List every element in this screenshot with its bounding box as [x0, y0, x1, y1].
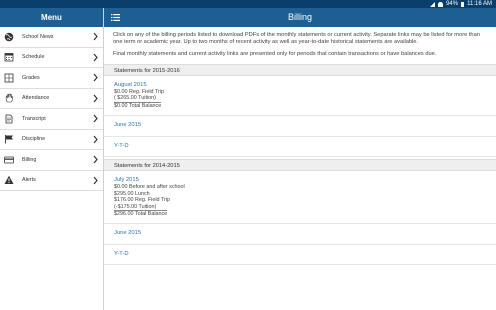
sidebar-item-label: School News: [22, 33, 54, 40]
period-total: $0.00 Total Balance: [114, 101, 162, 109]
wifi-icon: [438, 1, 444, 7]
sidebar-item-billing[interactable]: Billing: [0, 150, 103, 171]
intro-paragraph-2: Final monthly statements and current act…: [113, 51, 437, 58]
period-link[interactable]: June 2015: [114, 230, 486, 236]
chevron-right-icon: [93, 32, 98, 41]
sidebar-item-label: Billing: [22, 156, 37, 163]
period-total: $296.00 Total Balance: [114, 210, 168, 218]
sidebar-item-label: Transcript: [22, 115, 46, 122]
sidebar-item-label: Attendance: [22, 95, 50, 102]
menu-title: Menu: [0, 8, 103, 27]
status-bar: 94% 11:16 AM: [0, 0, 496, 8]
sidebar-item-alerts[interactable]: Alerts: [0, 171, 103, 191]
period-link[interactable]: June 2015: [114, 122, 486, 128]
sidebar-item-school-news[interactable]: School News: [0, 27, 103, 48]
hand-icon: [4, 93, 14, 103]
period-item[interactable]: July 2015 $0.00 Before and after school …: [104, 171, 496, 225]
chevron-right-icon: [93, 155, 98, 164]
period-item[interactable]: June 2015: [104, 224, 496, 245]
period-link[interactable]: Y-T-D: [114, 251, 486, 257]
period-link[interactable]: July 2015: [114, 177, 486, 183]
sidebar-item-label: Grades: [22, 74, 40, 81]
section-header: Statements for 2015-2016: [104, 63, 496, 76]
chevron-right-icon: [93, 176, 98, 185]
intro-text: Click on any of the billing periods list…: [104, 27, 496, 59]
card-icon: [4, 155, 14, 165]
chevron-right-icon: [93, 94, 98, 103]
chevron-right-icon: [93, 135, 98, 144]
section-header: Statements for 2014-2015: [104, 159, 496, 172]
period-item[interactable]: June 2015: [104, 116, 496, 137]
chevron-right-icon: [93, 73, 98, 82]
grades-icon: [4, 73, 14, 83]
sidebar-item-label: Alerts: [22, 177, 36, 184]
chevron-right-icon: [93, 53, 98, 62]
sidebar-item-label: Discipline: [22, 136, 46, 143]
period-line: ( $265.00 Tuition): [114, 95, 156, 102]
period-link[interactable]: Y-T-D: [114, 143, 486, 149]
period-link[interactable]: August 2015: [114, 82, 486, 88]
globe-icon: [4, 32, 14, 42]
sidebar-item-label: Schedule: [22, 54, 45, 61]
clock: 11:16 AM: [467, 1, 492, 7]
period-line: (-$175.00 Tuition): [114, 203, 157, 210]
main-panel: Billing Click on any of the billing peri…: [104, 8, 496, 310]
period-item[interactable]: Y-T-D: [104, 137, 496, 158]
sidebar-item-grades[interactable]: Grades: [0, 68, 103, 89]
warning-icon: [4, 175, 14, 185]
sidebar-item-attendance[interactable]: Attendance: [0, 89, 103, 109]
sidebar-item-transcript[interactable]: Transcript: [0, 109, 103, 130]
page-title: Billing: [287, 12, 312, 22]
flag-icon: [4, 134, 14, 144]
calendar-icon: [4, 52, 14, 62]
period-item[interactable]: Y-T-D: [104, 245, 496, 266]
sidebar-item-discipline[interactable]: Discipline: [0, 130, 103, 150]
sidebar-item-schedule[interactable]: Schedule: [0, 48, 103, 68]
menu-icon[interactable]: [111, 14, 120, 21]
intro-paragraph-1: Click on any of the billing periods list…: [113, 32, 480, 46]
signal-icon: [430, 1, 436, 7]
period-item[interactable]: August 2015 $0.00 Reg. Field Trip ( $265…: [104, 76, 496, 117]
chevron-right-icon: [93, 114, 98, 123]
battery-icon: [461, 1, 465, 7]
sidebar: Menu School News Schedule Grades Attenda…: [0, 8, 104, 310]
top-bar: Billing: [104, 8, 496, 27]
status-bar-right: 94% 11:16 AM: [430, 0, 492, 8]
battery-level: 94%: [446, 1, 459, 7]
document-icon: [4, 114, 14, 124]
